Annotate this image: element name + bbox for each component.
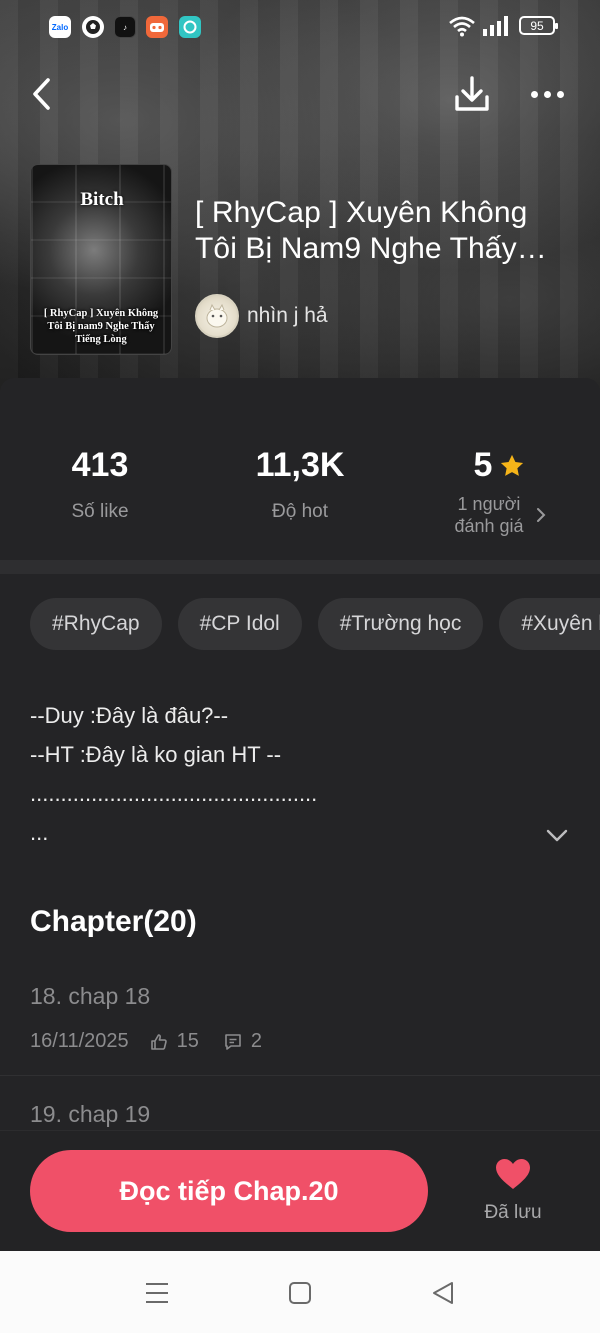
likes-value: 413 — [71, 446, 129, 484]
stats-row: 413 Số like 11,3K Độ hot 5 1 người đánh … — [0, 378, 600, 560]
back-button[interactable] — [26, 72, 60, 116]
chevron-left-icon — [33, 78, 50, 110]
more-options-button[interactable] — [524, 78, 570, 110]
likes-label: Số like — [71, 501, 129, 522]
story-description: --Duy :Đây là đâu?-- --HT :Đây là ko gia… — [30, 696, 550, 852]
rating-value: 5 — [400, 446, 600, 485]
stat-hot: 11,3K Độ hot — [200, 446, 400, 523]
chapter-list-heading: Chapter(20) — [30, 905, 197, 938]
download-button[interactable] — [450, 72, 494, 116]
avatar — [195, 294, 239, 338]
hot-label: Độ hot — [272, 501, 328, 522]
chapter-meta: 16/11/2025 15 2 — [30, 1030, 262, 1053]
tag-list: #RhyCap #CP Idol #Trường học #Xuyên khôn… — [30, 598, 600, 652]
bottom-action-bar: Đọc tiếp Chap.20 Đã lưu — [0, 1130, 600, 1251]
more-dot-icon — [556, 90, 564, 98]
continue-reading-button[interactable]: Đọc tiếp Chap.20 — [30, 1150, 428, 1232]
star-icon — [501, 454, 524, 476]
home-button[interactable] — [280, 1273, 320, 1313]
chat-app-icon — [179, 16, 201, 38]
chapter-item[interactable]: 18. chap 18 16/11/2025 15 2 — [0, 978, 600, 1076]
chapter-likes: 15 — [176, 1030, 199, 1052]
soccer-ball-icon — [82, 16, 104, 38]
tag-chip[interactable]: #Trường học — [317, 598, 484, 650]
thumbs-up-icon — [150, 1033, 167, 1050]
battery-icon: 95 — [519, 16, 558, 35]
zalo-icon: Zalo — [49, 16, 71, 38]
chapter-title: 19. chap 19 — [30, 1101, 151, 1127]
system-back-button[interactable] — [423, 1273, 463, 1313]
wifi-icon — [449, 16, 475, 37]
more-dot-icon — [530, 90, 538, 98]
saved-button[interactable]: Đã lưu — [470, 1157, 556, 1231]
author-link[interactable]: nhìn j hả — [195, 294, 328, 338]
home-square-icon — [289, 1282, 311, 1304]
system-navigation-bar — [0, 1251, 600, 1333]
recent-apps-button[interactable] — [137, 1273, 177, 1313]
description-line: --HT :Đây là ko gian HT -- — [30, 742, 282, 767]
hot-value: 11,3K — [255, 446, 345, 484]
triangle-back-icon — [433, 1282, 453, 1304]
author-name: nhìn j hả — [247, 304, 328, 327]
description-line: ........................................… — [30, 781, 318, 806]
stat-rating[interactable]: 5 1 người đánh giá — [400, 446, 600, 537]
saved-label: Đã lưu — [484, 1202, 542, 1223]
description-line: ... — [30, 820, 49, 845]
tiktok-icon: ♪ — [114, 16, 136, 38]
comment-icon — [225, 1033, 241, 1050]
chapter-date: 16/11/2025 — [30, 1030, 129, 1052]
cover-logo-text: Bitch — [80, 189, 124, 210]
chapter-comments: 2 — [250, 1030, 262, 1052]
download-icon — [455, 76, 489, 111]
tag-chip[interactable]: #RhyCap — [30, 598, 162, 650]
heart-icon — [496, 1159, 530, 1189]
tag-chip[interactable]: #Xuyên không — [499, 598, 600, 650]
game-icon — [146, 16, 168, 38]
description-line: --Duy :Đây là đâu?-- — [30, 703, 229, 728]
stat-likes: 413 Số like — [0, 446, 200, 523]
more-dot-icon — [543, 90, 551, 98]
status-bar: Zalo ♪ 95 — [0, 0, 600, 52]
expand-description-button[interactable] — [540, 818, 574, 852]
chevron-down-icon — [546, 829, 568, 842]
menu-icon — [146, 1283, 168, 1303]
tag-chip[interactable]: #CP Idol — [177, 598, 302, 650]
story-title: [ RhyCap ] Xuyên Không Tôi Bị Nam9 Nghe … — [195, 196, 528, 265]
chapter-title: 18. chap 18 — [30, 983, 151, 1009]
rating-count-label: 1 người đánh giá — [454, 494, 524, 536]
story-cover[interactable]: Bitch [ RhyCap ] Xuyên Không Tôi Bị nam9… — [30, 164, 172, 355]
cover-caption: [ RhyCap ] Xuyên Không Tôi Bị nam9 Nghe … — [43, 308, 159, 345]
section-divider — [0, 560, 600, 574]
signal-icon — [483, 16, 508, 36]
chevron-right-icon — [536, 508, 545, 522]
